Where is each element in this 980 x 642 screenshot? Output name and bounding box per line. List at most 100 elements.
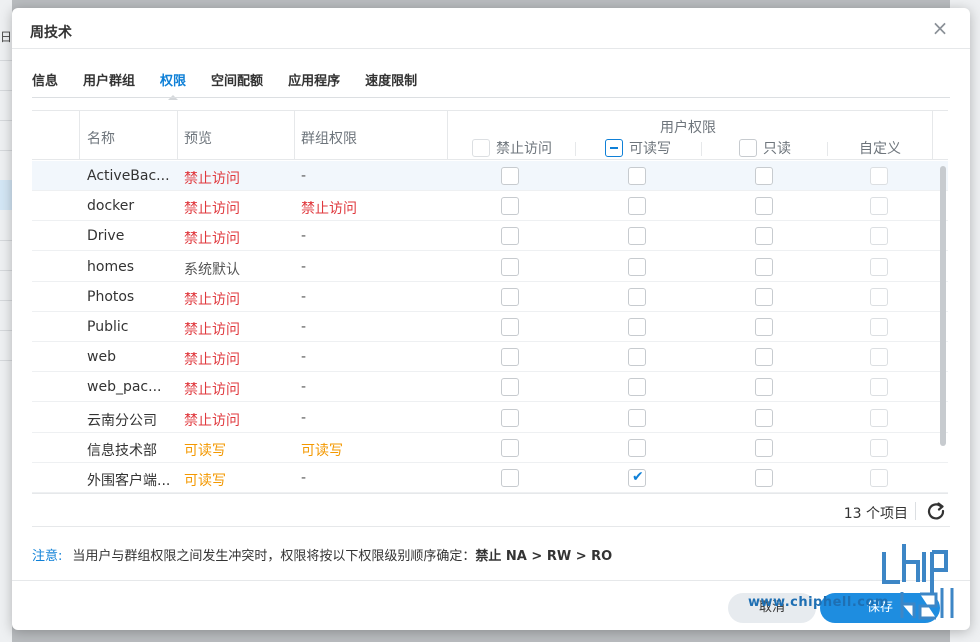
group-permission: -: [301, 168, 307, 184]
tab-bar: 信息 用户群组 权限 空间配额 应用程序 速度限制: [32, 70, 442, 100]
header-custom: 自定义: [859, 141, 901, 157]
deny-checkbox[interactable]: [501, 287, 519, 306]
shared-folder-name: Public: [87, 319, 129, 335]
rw-checkbox[interactable]: [628, 167, 646, 185]
header-deny: 禁止访问: [496, 141, 552, 157]
table-row[interactable]: 云南分公司 禁止访问 -: [32, 403, 948, 433]
custom-checkbox[interactable]: [870, 408, 888, 427]
ro-checkbox[interactable]: [755, 469, 773, 487]
note-priority: 禁止 NA > RW > RO: [475, 549, 613, 564]
deny-checkbox[interactable]: [501, 378, 519, 397]
deny-checkbox[interactable]: [501, 227, 519, 246]
grid-footer: 13 个项目: [32, 494, 948, 526]
table-row[interactable]: Drive 禁止访问 -: [32, 221, 948, 252]
preview-permission: 可读写: [184, 442, 226, 459]
rw-checkbox[interactable]: [628, 348, 646, 367]
permission-note: 注意: 当用户与群组权限之间发生冲突时，权限将按以下权限级别顺序确定：禁止 NA …: [32, 545, 612, 564]
ro-checkbox[interactable]: [755, 438, 773, 457]
shared-folder-name: 信息技术部: [87, 442, 157, 459]
table-row[interactable]: Public 禁止访问 -: [32, 312, 948, 342]
header-ro: 只读: [763, 141, 791, 157]
table-row[interactable]: docker 禁止访问 禁止访问: [32, 191, 948, 222]
item-count: 13 个项目: [843, 506, 908, 522]
header-user-permission: 用户权限: [660, 120, 716, 136]
ro-checkbox[interactable]: [755, 197, 773, 216]
ro-checkbox[interactable]: [755, 287, 773, 306]
deny-checkbox[interactable]: [501, 348, 519, 367]
deny-checkbox[interactable]: [501, 167, 519, 185]
shared-folder-name: Photos: [87, 288, 135, 305]
deny-checkbox[interactable]: [501, 257, 519, 276]
group-permission: -: [301, 288, 307, 305]
table-row[interactable]: 外围客户端... 可读写 - ✔: [32, 463, 948, 493]
shared-folder-name: web_pac...: [87, 379, 162, 396]
select-all-rw-checkbox[interactable]: [605, 139, 623, 157]
ro-checkbox[interactable]: [755, 227, 773, 246]
rw-checkbox[interactable]: [628, 408, 646, 427]
select-all-ro-checkbox[interactable]: [739, 139, 757, 157]
rw-checkbox[interactable]: [628, 438, 646, 457]
custom-checkbox[interactable]: [870, 287, 888, 306]
preview-permission: 禁止访问: [184, 231, 240, 248]
rw-checkbox[interactable]: ✔: [628, 469, 646, 487]
dialog-title: 周技术: [30, 25, 72, 41]
custom-checkbox[interactable]: [870, 438, 888, 457]
group-permission: -: [301, 319, 307, 335]
header-group-permission[interactable]: 群组权限: [301, 128, 357, 148]
table-row[interactable]: ActiveBac... 禁止访问 -: [32, 161, 948, 191]
refresh-icon[interactable]: [924, 499, 948, 523]
custom-checkbox[interactable]: [870, 257, 888, 276]
shared-folder-name: 云南分公司: [87, 412, 157, 429]
preview-permission: 禁止访问: [184, 201, 240, 218]
ro-checkbox[interactable]: [755, 408, 773, 427]
watermark-text: www.chiphell.com: [748, 595, 889, 610]
grid-scrollbar[interactable]: [940, 166, 946, 446]
deny-checkbox[interactable]: [501, 438, 519, 457]
table-row[interactable]: homes 系统默认 -: [32, 252, 948, 282]
deny-checkbox[interactable]: [501, 469, 519, 487]
table-row[interactable]: web_pac... 禁止访问 -: [32, 372, 948, 403]
custom-checkbox[interactable]: [870, 167, 888, 185]
table-row[interactable]: Photos 禁止访问 -: [32, 282, 948, 312]
custom-checkbox[interactable]: [870, 227, 888, 246]
table-row[interactable]: web 禁止访问 -: [32, 342, 948, 373]
close-icon[interactable]: ×: [930, 18, 950, 38]
custom-checkbox[interactable]: [870, 197, 888, 216]
custom-checkbox[interactable]: [870, 378, 888, 397]
ro-checkbox[interactable]: [755, 378, 773, 397]
select-all-deny-checkbox[interactable]: [472, 139, 490, 157]
table-row[interactable]: 信息技术部 可读写 可读写: [32, 433, 948, 463]
preview-permission: 可读写: [184, 473, 226, 489]
custom-checkbox[interactable]: [870, 318, 888, 336]
rw-checkbox[interactable]: [628, 197, 646, 216]
rw-checkbox[interactable]: [628, 287, 646, 306]
custom-checkbox[interactable]: [870, 348, 888, 367]
background-window-edge: 日: [0, 0, 12, 642]
preview-permission: 禁止访问: [184, 352, 240, 369]
ro-checkbox[interactable]: [755, 348, 773, 367]
header-preview[interactable]: 预览: [184, 128, 212, 148]
rw-checkbox[interactable]: [628, 378, 646, 397]
group-permission: 可读写: [301, 442, 343, 459]
rw-checkbox[interactable]: [628, 227, 646, 246]
chiphell-logo-icon: [882, 544, 954, 620]
tab-permissions[interactable]: 权限: [160, 70, 186, 100]
tab-applications[interactable]: 应用程序: [288, 70, 340, 100]
tab-user-groups[interactable]: 用户群组: [83, 70, 135, 100]
deny-checkbox[interactable]: [501, 318, 519, 336]
deny-checkbox[interactable]: [501, 408, 519, 427]
header-name[interactable]: 名称: [87, 128, 115, 148]
ro-checkbox[interactable]: [755, 318, 773, 336]
preview-permission: 禁止访问: [184, 382, 240, 399]
tab-quota[interactable]: 空间配额: [211, 70, 263, 100]
shared-folder-name: Drive: [87, 228, 125, 245]
deny-checkbox[interactable]: [501, 197, 519, 216]
background-glyph: 日: [0, 30, 13, 44]
rw-checkbox[interactable]: [628, 257, 646, 276]
ro-checkbox[interactable]: [755, 257, 773, 276]
rw-checkbox[interactable]: [628, 318, 646, 336]
tab-speed-limit[interactable]: 速度限制: [365, 70, 417, 100]
custom-checkbox[interactable]: [870, 469, 888, 487]
ro-checkbox[interactable]: [755, 167, 773, 185]
tab-info[interactable]: 信息: [32, 70, 58, 100]
